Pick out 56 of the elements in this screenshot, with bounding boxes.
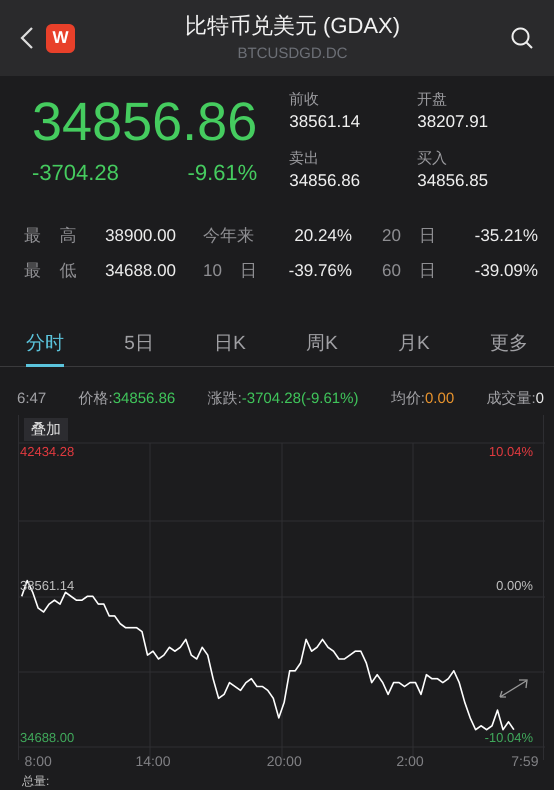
time-axis-label: 2:00	[396, 752, 424, 770]
app-logo[interactable]: W	[46, 24, 75, 52]
window-title: 比特币兑美元 (GDAX)	[184, 12, 400, 40]
field-value: 38561.14	[289, 111, 362, 133]
field-label: 前收	[289, 90, 320, 110]
field-label: 买入	[417, 148, 448, 168]
axis-percent-label: 10.04%	[488, 444, 533, 460]
stat-label: 10 日	[203, 261, 258, 280]
stat-value: -39.09%	[474, 260, 538, 282]
axis-price-label: 42434.28	[20, 444, 74, 460]
field-value: 34856.85	[417, 170, 490, 192]
volume-label: 总量:	[22, 774, 50, 789]
search-icon[interactable]	[510, 26, 534, 50]
info-label: 涨跌:	[208, 390, 242, 407]
time-axis-label: 7:59	[511, 752, 538, 770]
expand-icon[interactable]	[499, 679, 528, 698]
time-axis-label: 8:00	[24, 752, 52, 770]
field-value: 38207.91	[417, 111, 490, 133]
field-value: 34856.86	[289, 170, 362, 192]
overlay-button[interactable]: 叠加	[24, 418, 68, 441]
info-label: 成交量:	[486, 390, 536, 407]
info-value: -3704.28(-9.61%)	[242, 390, 358, 407]
chart-tab[interactable]: 周K	[306, 330, 338, 367]
info-value: 34856.86	[112, 390, 176, 407]
axis-price-label: 34688.00	[20, 730, 74, 746]
axis-percent-label: -10.04%	[484, 730, 533, 746]
axis-percent-label: 0.00%	[496, 578, 533, 594]
chart-tab[interactable]: 5日	[124, 330, 154, 367]
field-label: 开盘	[417, 90, 448, 110]
time-label: 6:47	[17, 389, 46, 409]
chart-tab[interactable]: 分时	[26, 330, 64, 367]
time-axis-label: 20:00	[266, 752, 302, 770]
percent-change: -9.61%	[188, 159, 258, 187]
stat-value: -35.21%	[474, 225, 538, 247]
ticker-symbol: BTCUSDGD.DC	[237, 44, 348, 64]
chart-tab[interactable]: 月K	[398, 330, 430, 367]
price-change: -3704.28	[32, 159, 119, 187]
back-icon[interactable]	[20, 26, 34, 50]
stat-label: 今年来	[203, 226, 254, 245]
stat-label: 60 日	[382, 261, 436, 280]
info-value: 0	[536, 390, 544, 407]
info-value: 0.00	[424, 390, 454, 407]
stat-label: 20 日	[382, 226, 436, 245]
field-label: 卖出	[289, 148, 320, 168]
chart-tab[interactable]: 日K	[214, 330, 246, 367]
stat-label: 最 低	[24, 261, 76, 280]
info-label: 价格:	[78, 390, 113, 407]
stat-value: -39.76%	[288, 260, 352, 282]
last-price: 34856.86	[32, 91, 258, 154]
stat-value: 38900.00	[104, 225, 176, 247]
time-axis-label: 14:00	[135, 752, 170, 770]
chart-tab[interactable]: 更多	[490, 330, 528, 367]
info-label: 均价:	[390, 390, 425, 407]
stat-label: 最 高	[24, 226, 76, 245]
stat-value: 20.24%	[293, 225, 352, 247]
stat-value: 34688.00	[104, 260, 176, 282]
